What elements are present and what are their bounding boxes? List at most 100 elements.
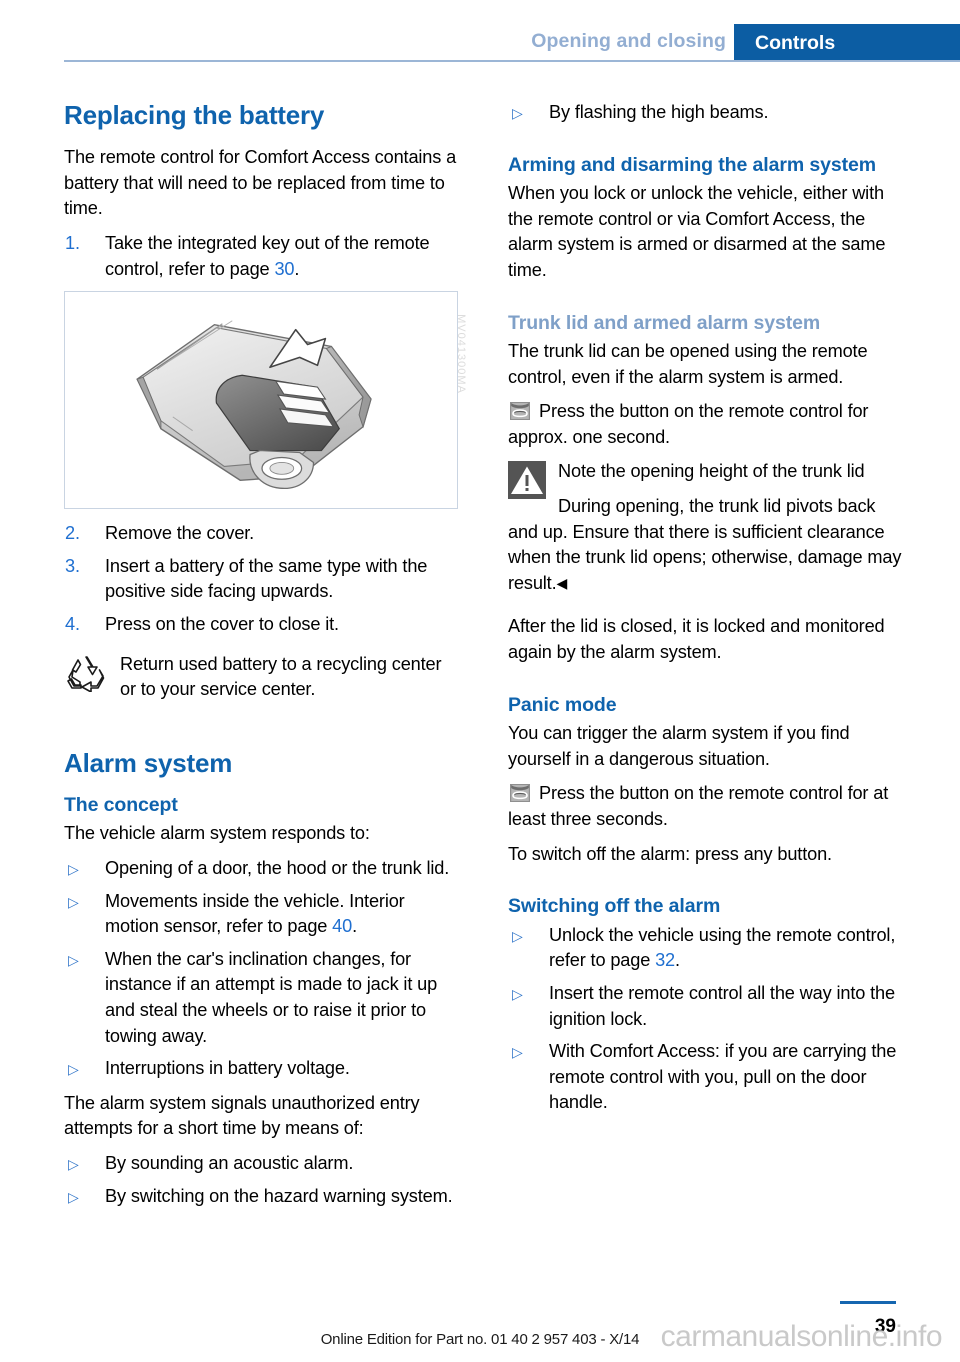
heading-the-concept: The concept [64, 793, 178, 816]
header-chapter-title: Opening and closing [531, 30, 726, 52]
triangle-bullet-icon: ▷ [68, 1188, 79, 1205]
step-number: 4. [65, 613, 80, 634]
bullet-text: Unlock the vehicle using the remote cont… [549, 924, 896, 971]
bullet-text: By flashing the high beams. [549, 102, 769, 122]
list-battery-steps-part2: 2. Remove the cover. 3. Insert a battery o… [64, 521, 460, 637]
header-section-tab: Controls [734, 24, 960, 62]
list-item: ▷ When the car's inclination changes, for… [64, 947, 460, 1049]
figure-reference-code: MV041300MA [455, 314, 468, 395]
warning-body: During opening, the trunk lid pivots bac… [508, 494, 904, 596]
list-item: 4. Press on the cover to close it. [64, 612, 460, 638]
trunk-release-button-icon [510, 402, 530, 421]
page-header: Opening and closing Controls [0, 0, 960, 62]
step-text: Take the integrated key out of the remot… [105, 232, 430, 279]
list-item: ▷ Insert the remote control all the way i… [508, 981, 904, 1032]
paragraph-signals-intro: The alarm system signals unauthorized en… [64, 1092, 420, 1139]
bullet-text: Movements inside the vehicle. Interior m… [105, 890, 405, 937]
list-item: ▷ Opening of a door, the hood or the trun… [64, 856, 460, 882]
triangle-bullet-icon: ▷ [512, 927, 523, 944]
list-switching-off-steps: ▷ Unlock the vehicle using the remote con… [508, 923, 904, 1116]
warning-end-mark: ◀ [556, 574, 568, 591]
triangle-bullet-icon: ▷ [68, 893, 79, 910]
bullet-text: With Comfort Access: if you are carrying… [549, 1041, 897, 1113]
step-number: 1. [65, 232, 80, 253]
bullet-text-tail: . [675, 950, 680, 971]
step-text: Insert a battery of the same type with t… [105, 555, 428, 602]
list-alarm-signals: ▷ By sounding an acoustic alarm. ▷ By swit… [64, 1151, 460, 1209]
bullet-text-tail: . [352, 916, 358, 937]
page-reference-link[interactable]: 32 [655, 950, 675, 970]
step-text-tail: . [294, 258, 300, 279]
triangle-bullet-icon: ▷ [68, 861, 79, 878]
right-column: ▷ By flashing the high beams. Arming and … [508, 100, 904, 1125]
footer-edition-text: Online Edition for Part no. 01 40 2 957 … [320, 1331, 640, 1348]
step-number: 3. [65, 555, 80, 576]
list-alarm-signals-continued: ▷ By flashing the high beams. [508, 100, 904, 126]
paragraph-panic-body: You can trigger the alarm system if you … [508, 723, 850, 769]
warning-trunk-opening-height: Note the opening height of the trunk lid… [508, 459, 904, 596]
page-reference-link[interactable]: 30 [274, 259, 294, 279]
header-divider [64, 60, 960, 62]
heading-trunk-lid-armed-alarm: Trunk lid and armed alarm system [508, 311, 821, 334]
bullet-text: When the car's inclination changes, for … [105, 948, 438, 1046]
figure-remote-control-battery: MV041300MA [64, 291, 467, 510]
bullet-text: Insert the remote control all the way in… [549, 982, 895, 1029]
trunk-release-button-icon [510, 784, 530, 803]
list-item: ▷ By switching on the hazard warning syst… [64, 1184, 460, 1210]
paragraph-battery-intro: The remote control for Comfort Access co… [64, 147, 457, 219]
triangle-bullet-icon: ▷ [512, 985, 523, 1002]
bullet-text: Opening of a door, the hood or the trunk… [105, 858, 450, 879]
paragraph-after-lid-closed: After the lid is closed, it is locked an… [508, 616, 885, 663]
list-item: ▷ Interruptions in battery voltage. [64, 1056, 460, 1082]
step-text: Remove the cover. [105, 523, 255, 544]
note-battery-recycling: Return used battery to a recycling cente… [64, 652, 460, 703]
warning-triangle-icon [508, 461, 546, 500]
remote-key-illustration [136, 320, 372, 490]
heading-switching-off-the-alarm: Switching off the alarm [508, 895, 721, 918]
heading-panic-mode: Panic mode [508, 693, 617, 716]
heading-alarm-system: Alarm system [64, 747, 233, 778]
recycling-note-text: Return used battery to a recycling cente… [120, 653, 442, 700]
list-item: ▷ By flashing the high beams. [508, 100, 904, 126]
step-text: Press on the cover to close it. [105, 613, 339, 634]
recycling-icon [67, 655, 105, 692]
triangle-bullet-icon: ▷ [68, 951, 79, 968]
list-item: ▷ Movements inside the vehicle. Interior … [64, 889, 460, 940]
step-number: 2. [65, 523, 80, 544]
action-trunk-button-press: Press the button on the remote control f… [508, 399, 904, 450]
paragraph-concept-intro: The vehicle alarm system responds to: [64, 823, 370, 844]
triangle-bullet-icon: ▷ [512, 1044, 523, 1061]
list-battery-steps-part1: 1. Take the integrated key out of the rem… [64, 231, 460, 282]
heading-replacing-the-battery: Replacing the battery [64, 100, 325, 130]
footer-page-rule [840, 1301, 896, 1304]
list-item: 2. Remove the cover. [64, 521, 460, 547]
paragraph-arming-body: When you lock or unlock the vehicle, eit… [508, 183, 886, 280]
list-alarm-triggers: ▷ Opening of a door, the hood or the trun… [64, 856, 460, 1082]
bullet-text: By switching on the hazard warning syste… [105, 1185, 453, 1206]
list-item: 3. Insert a battery of the same type with… [64, 554, 460, 605]
header-section-tab-label: Controls [755, 32, 836, 54]
list-item: 1. Take the integrated key out of the rem… [64, 231, 460, 282]
triangle-bullet-icon: ▷ [512, 105, 523, 121]
left-column: Replacing the battery The remote control… [64, 100, 467, 1218]
list-item: ▷ Unlock the vehicle using the remote con… [508, 923, 904, 974]
action-panic-button-press: Press the button on the remote control f… [508, 781, 904, 832]
warning-title: Note the opening height of the trunk lid [558, 461, 865, 482]
action-trunk-text: Press the button on the remote control f… [508, 401, 869, 447]
list-item: ▷ By sounding an acoustic alarm. [64, 1151, 460, 1177]
list-item: ▷ With Comfort Access: if you are carryin… [508, 1039, 904, 1116]
paragraph-trunk-body: The trunk lid can be opened using the re… [508, 341, 868, 387]
page-reference-link[interactable]: 40 [332, 916, 352, 936]
heading-arming-and-disarming: Arming and disarming the alarm system [508, 153, 876, 176]
triangle-bullet-icon: ▷ [68, 1061, 79, 1078]
bullet-text: By sounding an acoustic alarm. [105, 1153, 354, 1173]
triangle-bullet-icon: ▷ [68, 1156, 79, 1172]
paragraph-panic-switch-off: To switch off the alarm: press any butto… [508, 843, 832, 864]
bullet-text: Interruptions in battery voltage. [105, 1058, 350, 1079]
